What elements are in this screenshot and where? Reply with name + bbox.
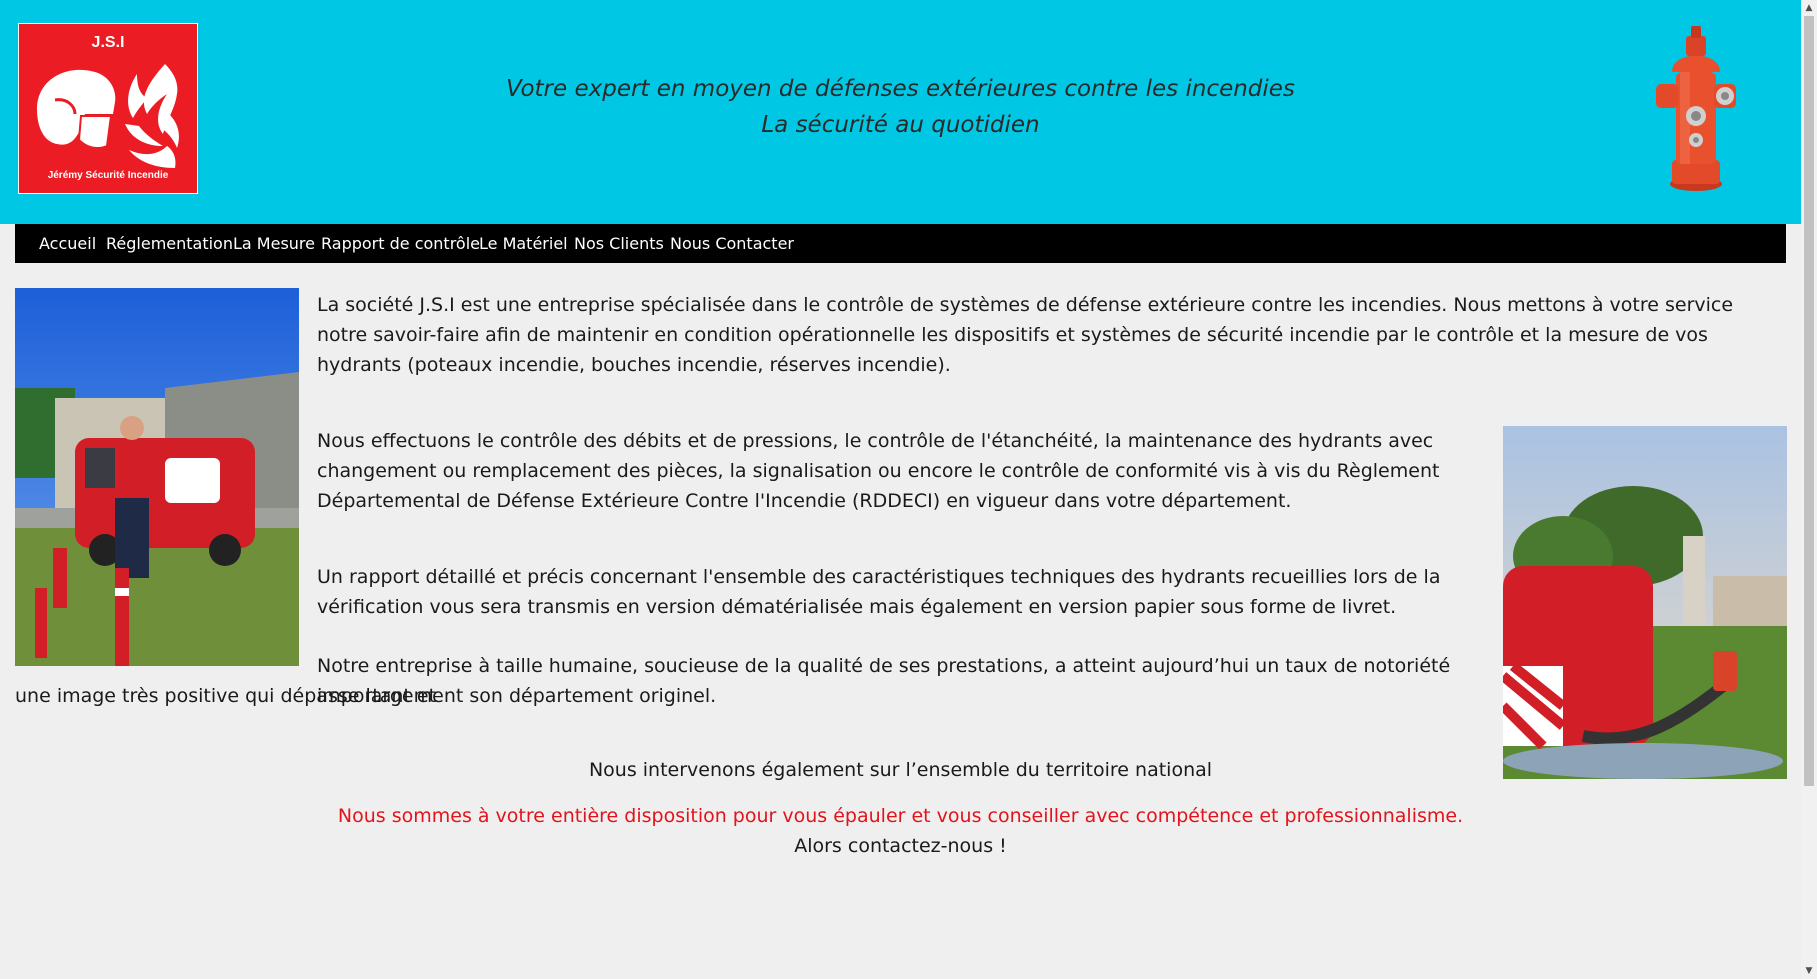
nav-nos-clients[interactable]: Nos Clients (574, 224, 664, 263)
nav-la-mesure[interactable]: La Mesure (233, 224, 315, 263)
photo-hydrant-test (1503, 426, 1787, 779)
site-header: J.S.I Jérémy Sécurité Incendie Votre exp… (0, 0, 1801, 224)
vertical-scrollbar[interactable]: ▲ ▼ (1801, 0, 1817, 979)
photo-technician-van (15, 288, 299, 666)
fire-hydrant-icon (1656, 26, 1736, 191)
scroll-up-icon[interactable]: ▲ (1801, 0, 1817, 16)
nav-le-materiel[interactable]: Le Matériel (479, 224, 568, 263)
contact-cta-text: Alors contactez-nous ! (794, 835, 1007, 857)
disposition-text: Nous sommes à votre entière disposition … (337, 805, 1464, 827)
nav-nous-contacter[interactable]: Nous Contacter (670, 224, 794, 263)
services-paragraph: Nous effectuons le contrôle des débits e… (317, 430, 1440, 512)
tagline-expert: Votre expert en moyen de défenses extéri… (506, 76, 1295, 102)
scrollbar-thumb[interactable] (1804, 16, 1814, 786)
logo-title: J.S.I (91, 34, 125, 51)
scroll-down-icon[interactable]: ▼ (1801, 963, 1817, 979)
report-paragraph: Un rapport détaillé et précis concernant… (317, 566, 1441, 618)
company-paragraph-line2: une image très positive qui dépasse larg… (15, 685, 717, 707)
nav-rapport-de-controle[interactable]: Rapport de contrôle (321, 224, 480, 263)
site-logo[interactable]: J.S.I Jérémy Sécurité Incendie (18, 23, 198, 194)
logo-subtitle: Jérémy Sécurité Incendie (47, 170, 169, 181)
nav-reglementation[interactable]: Réglementation (106, 224, 233, 263)
nav-accueil[interactable]: Accueil (39, 224, 96, 263)
main-nav: Accueil Réglementation La Mesure Rapport… (15, 224, 1786, 263)
tagline-security: La sécurité au quotidien (761, 112, 1040, 138)
intro-paragraph: La société J.S.I est une entreprise spéc… (317, 294, 1734, 376)
national-coverage-text: Nous intervenons également sur l’ensembl… (588, 759, 1213, 781)
